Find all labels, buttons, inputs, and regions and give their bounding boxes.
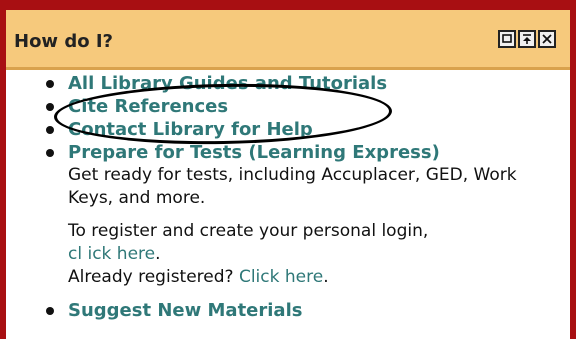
already-registered-text: Already registered? Click here. bbox=[68, 267, 329, 287]
bullet-icon bbox=[46, 80, 54, 88]
restore-icon[interactable] bbox=[498, 30, 516, 48]
tests-description: Get ready for tests, including Accuplace… bbox=[68, 165, 517, 208]
already-registered-link[interactable]: Click here bbox=[239, 267, 323, 287]
suggest-materials-link[interactable]: Suggest New Materials bbox=[68, 299, 548, 322]
list-item: Prepare for Tests (Learning Express) Get… bbox=[46, 141, 548, 299]
bullet-icon bbox=[46, 103, 54, 111]
bullet-icon bbox=[46, 126, 54, 134]
bullet-icon bbox=[46, 149, 54, 157]
window-controls bbox=[498, 30, 556, 48]
close-icon[interactable] bbox=[538, 30, 556, 48]
panel-header: How do I? bbox=[6, 0, 570, 70]
register-text: To register and create your personal log… bbox=[68, 221, 429, 264]
prepare-for-tests-link[interactable]: Prepare for Tests (Learning Express) bbox=[68, 141, 548, 164]
register-link[interactable]: cl ick here bbox=[68, 244, 155, 264]
panel-title: How do I? bbox=[14, 31, 113, 52]
how-do-i-panel: How do I? All Library Guides and Tutoria… bbox=[0, 0, 576, 339]
list-item: Suggest New Materials bbox=[46, 299, 548, 322]
bullet-icon bbox=[46, 307, 54, 315]
pin-icon[interactable] bbox=[518, 30, 536, 48]
